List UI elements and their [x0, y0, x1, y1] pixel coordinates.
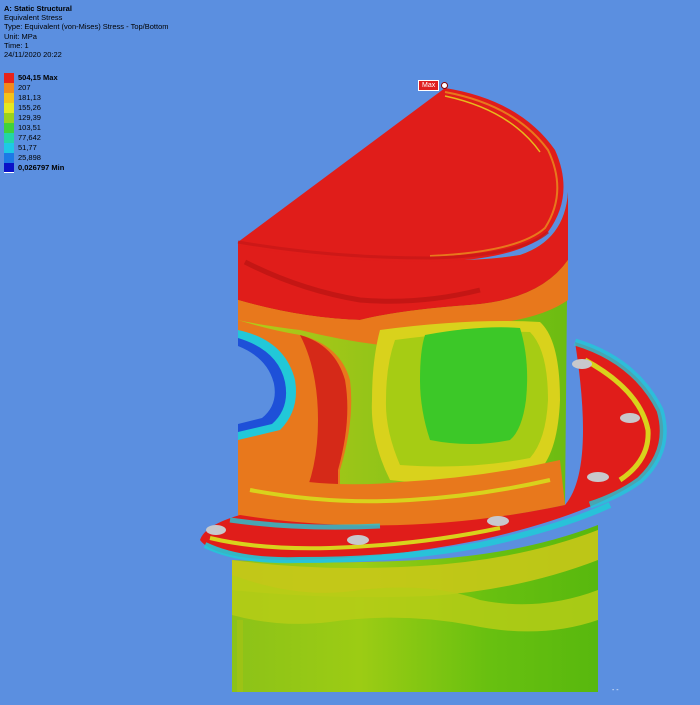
legend-color-swatch: [4, 113, 14, 123]
legend-color-swatch: [4, 163, 14, 173]
bolt-hole: [572, 359, 592, 369]
result-time: Time: 1: [4, 40, 29, 50]
result-name: Equivalent Stress: [4, 13, 63, 23]
legend-color-swatch: [4, 153, 14, 163]
bolt-hole: [620, 413, 640, 423]
analysis-title: A: Static Structural: [4, 4, 72, 13]
model-viewport[interactable]: - - Max A: Static Structural Equivalent …: [0, 0, 700, 700]
bolt-hole: [587, 472, 609, 482]
legend-color-swatch: [4, 83, 14, 93]
result-unit: Unit: MPa: [4, 31, 37, 41]
legend-color-swatch: [4, 103, 14, 113]
result-info-panel: A: Static Structural Equivalent Stress T…: [4, 4, 169, 59]
svg-text:- -: - -: [612, 687, 619, 694]
result-date: 24/11/2020 20:22: [4, 50, 62, 60]
bolt-hole: [487, 516, 509, 526]
legend-color-swatch: [4, 133, 14, 143]
legend-color-swatch: [4, 143, 14, 153]
legend-value-label: 77,642: [18, 133, 41, 142]
legend-value-label: 504,15 Max: [18, 73, 58, 82]
legend-value-label: 0,026797 Min: [18, 163, 65, 172]
legend-value-label: 129,39: [18, 113, 41, 122]
result-type: Type: Equivalent (von-Mises) Stress - To…: [4, 22, 169, 32]
max-probe-marker-icon: [441, 82, 448, 89]
legend-value-label: 103,51: [18, 123, 41, 132]
legend-value-label: 207: [18, 83, 31, 92]
fea-model-geometry[interactable]: - -: [0, 0, 700, 700]
bolt-hole: [347, 535, 369, 545]
top-cap: [237, 88, 564, 262]
legend-value-label: 155,26: [18, 103, 41, 112]
legend-color-swatch: [4, 93, 14, 103]
legend-value-label: 51,77: [18, 143, 37, 152]
legend-value-label: 181,13: [18, 93, 41, 102]
legend-value-label: 25,898: [18, 153, 41, 162]
max-probe-label[interactable]: Max: [418, 80, 440, 91]
bolt-hole: [206, 525, 226, 535]
legend-color-swatch: [4, 73, 14, 83]
legend-color-swatch: [4, 123, 14, 133]
